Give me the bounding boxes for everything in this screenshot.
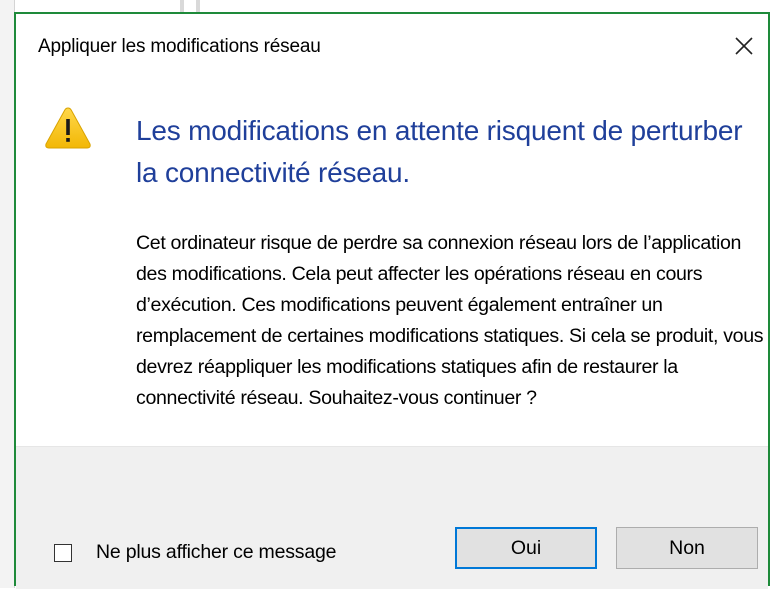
dialog-title: Appliquer les modifications réseau [38, 36, 321, 57]
dont-show-again-label[interactable]: Ne plus afficher ce message [96, 541, 336, 564]
no-button[interactable]: Non [616, 527, 758, 569]
dont-show-again-checkbox-row[interactable]: Ne plus afficher ce message [54, 541, 336, 564]
yes-button[interactable]: Oui [455, 527, 597, 569]
dialog-titlebar[interactable]: Appliquer les modifications réseau [16, 14, 768, 76]
background-window-edge [0, 0, 15, 588]
apply-network-changes-dialog: Appliquer les modifications réseau Les m… [14, 12, 770, 589]
close-button[interactable] [724, 26, 764, 66]
main-instruction: Les modifications en attente risquent de… [136, 115, 743, 188]
close-icon [735, 37, 753, 55]
warning-icon [45, 107, 91, 149]
dont-show-again-checkbox[interactable] [54, 543, 72, 562]
dialog-footer: Ne plus afficher ce message Oui Non [16, 446, 768, 589]
dialog-content-text: Cet ordinateur risque de perdre sa conne… [136, 232, 764, 409]
